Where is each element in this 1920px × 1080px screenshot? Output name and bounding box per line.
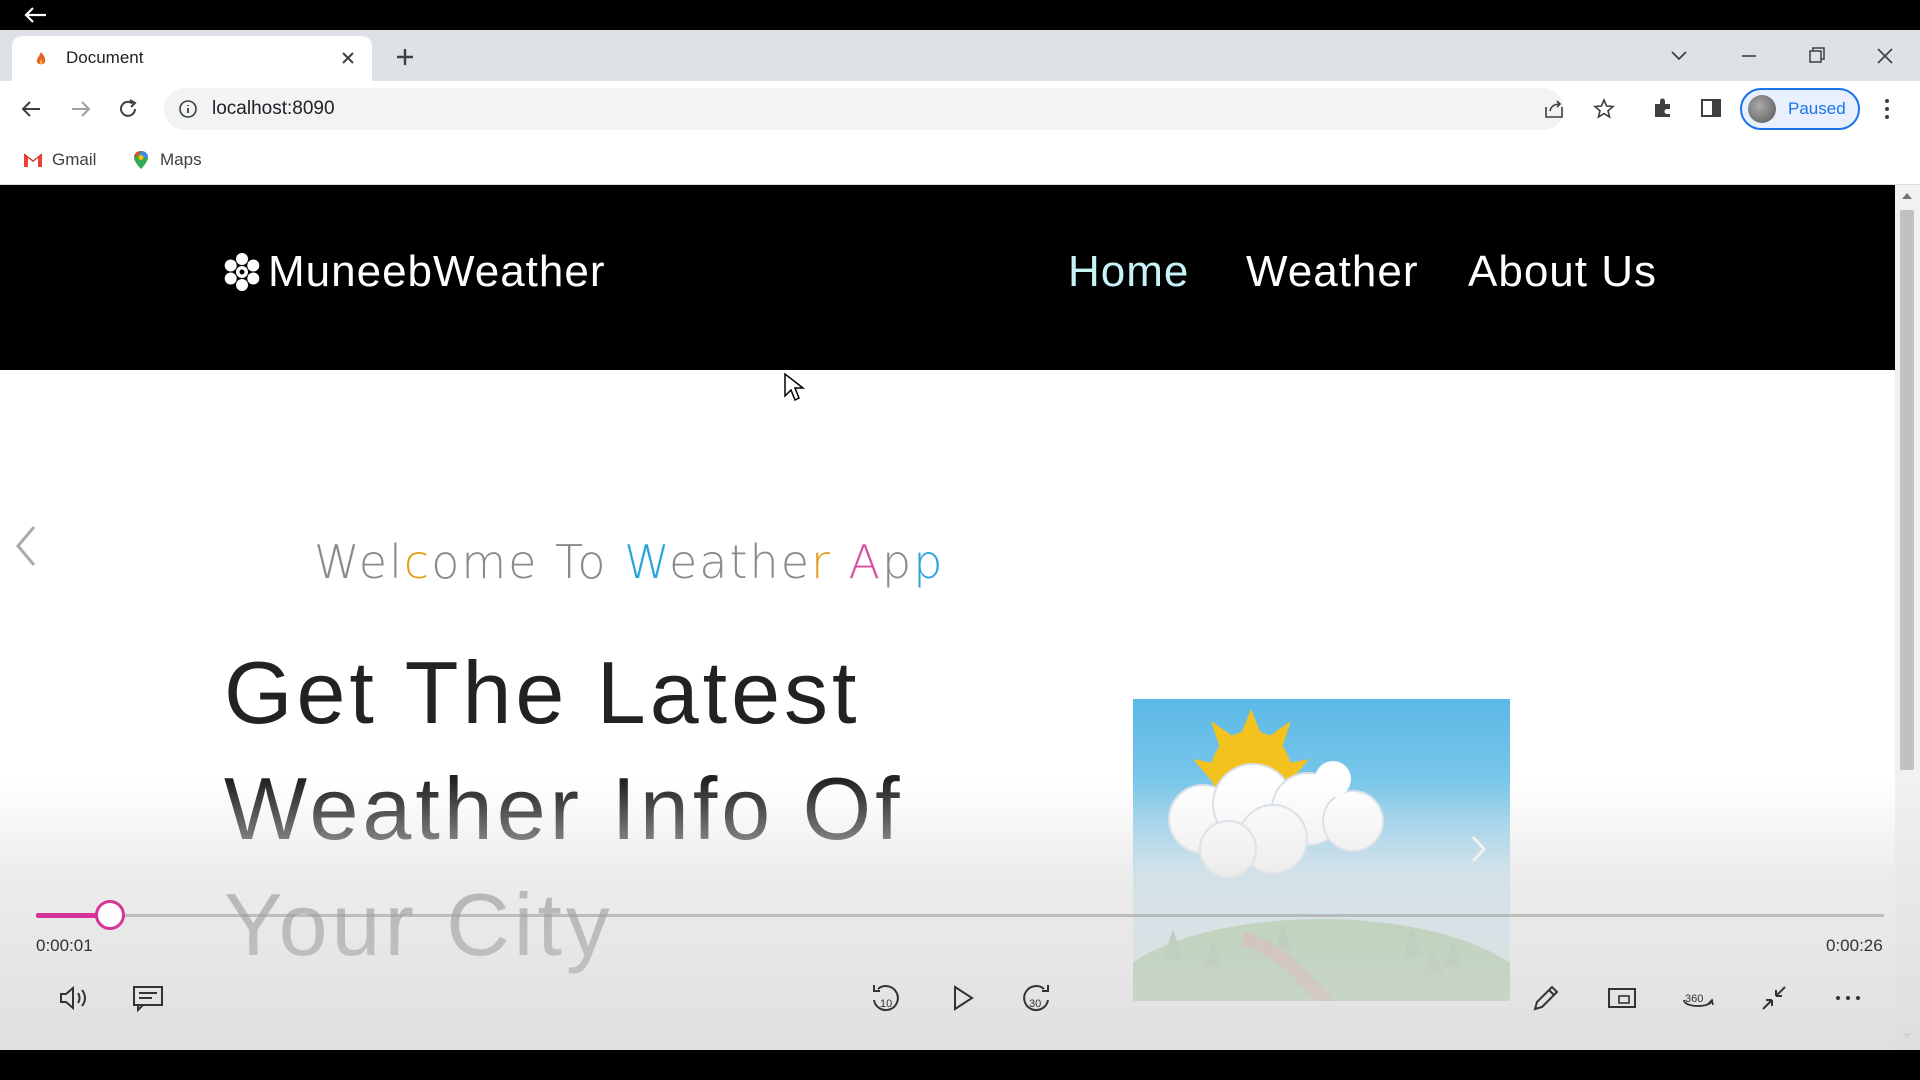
puzzle-icon[interactable]	[1650, 95, 1676, 121]
total-time: 0:00:26	[1826, 936, 1883, 955]
chevron-left-icon[interactable]	[10, 521, 40, 571]
seek-bar[interactable]	[36, 914, 1884, 917]
minimize-icon[interactable]	[1736, 44, 1762, 68]
nav-about-us[interactable]: About Us	[1468, 247, 1657, 297]
player-title-bar	[0, 0, 1920, 30]
browser-tab[interactable]: Document	[12, 36, 372, 81]
player-bottom-bar	[0, 1050, 1920, 1080]
fire-favicon-icon	[36, 52, 46, 65]
current-time: 0:00:01	[36, 936, 93, 955]
browser-toolbar: localhost:8090 Paused	[0, 81, 1920, 137]
rewind-10-icon[interactable]: 10	[868, 980, 904, 1016]
play-icon[interactable]	[944, 980, 980, 1016]
more-vert-icon[interactable]	[1874, 95, 1900, 123]
scroll-thumb[interactable]	[1900, 210, 1914, 770]
plus-icon[interactable]	[392, 44, 418, 70]
captions-icon[interactable]	[130, 980, 166, 1016]
tab-title: Document	[66, 48, 144, 67]
avatar	[1748, 95, 1776, 123]
back-arrow-icon[interactable]	[20, 4, 50, 26]
mini-player-icon[interactable]	[1604, 980, 1640, 1016]
info-icon[interactable]	[178, 99, 198, 119]
back-icon[interactable]	[18, 95, 46, 123]
chevron-down-icon[interactable]	[1666, 44, 1692, 68]
share-icon[interactable]	[1542, 97, 1566, 121]
bookmark-gmail[interactable]: Gmail	[22, 145, 96, 175]
snowflake-icon	[224, 253, 260, 291]
svg-text:30: 30	[1029, 998, 1041, 1010]
gmail-icon	[23, 153, 43, 167]
address-bar[interactable]: localhost:8090	[164, 88, 1615, 130]
close-window-icon[interactable]	[1872, 44, 1898, 68]
svg-text:10: 10	[880, 998, 892, 1010]
forward-30-icon[interactable]: 30	[1018, 980, 1054, 1016]
bookmark-label: Gmail	[52, 150, 97, 169]
nav-weather[interactable]: Weather	[1246, 247, 1419, 297]
profile-status: Paused	[1788, 99, 1846, 118]
more-horiz-icon[interactable]	[1830, 980, 1866, 1016]
restore-icon[interactable]	[1804, 44, 1830, 68]
brand-name: MuneebWeather	[268, 247, 606, 296]
close-icon[interactable]	[338, 48, 358, 68]
reload-icon[interactable]	[114, 95, 142, 123]
nav-home[interactable]: Home	[1068, 247, 1189, 297]
seek-thumb[interactable]	[95, 900, 125, 930]
site-navbar: MuneebWeather Home Weather About Us	[0, 185, 1895, 370]
maps-pin-icon	[134, 151, 148, 169]
svg-text:360: 360	[1685, 993, 1703, 1005]
bookmarks-bar: Gmail Maps	[0, 137, 1920, 185]
side-panel-icon[interactable]	[1698, 95, 1724, 121]
scroll-up-icon[interactable]	[1901, 191, 1913, 201]
forward-icon[interactable]	[66, 95, 94, 123]
browser-tab-bar: Document	[0, 30, 1920, 81]
mouse-cursor-icon	[784, 372, 805, 402]
site-brand[interactable]: MuneebWeather	[220, 247, 606, 297]
url-text: localhost:8090	[212, 98, 335, 119]
volume-icon[interactable]	[56, 980, 92, 1016]
pencil-icon[interactable]	[1528, 980, 1564, 1016]
profile-button[interactable]: Paused	[1740, 88, 1860, 130]
welcome-heading: Welcome To Weather App	[314, 535, 945, 589]
360-view-icon[interactable]: 360	[1680, 980, 1716, 1016]
exit-fullscreen-icon[interactable]	[1756, 980, 1792, 1016]
bookmark-label: Maps	[160, 150, 202, 169]
bookmark-maps[interactable]: Maps	[130, 145, 202, 175]
star-icon[interactable]	[1592, 97, 1616, 121]
